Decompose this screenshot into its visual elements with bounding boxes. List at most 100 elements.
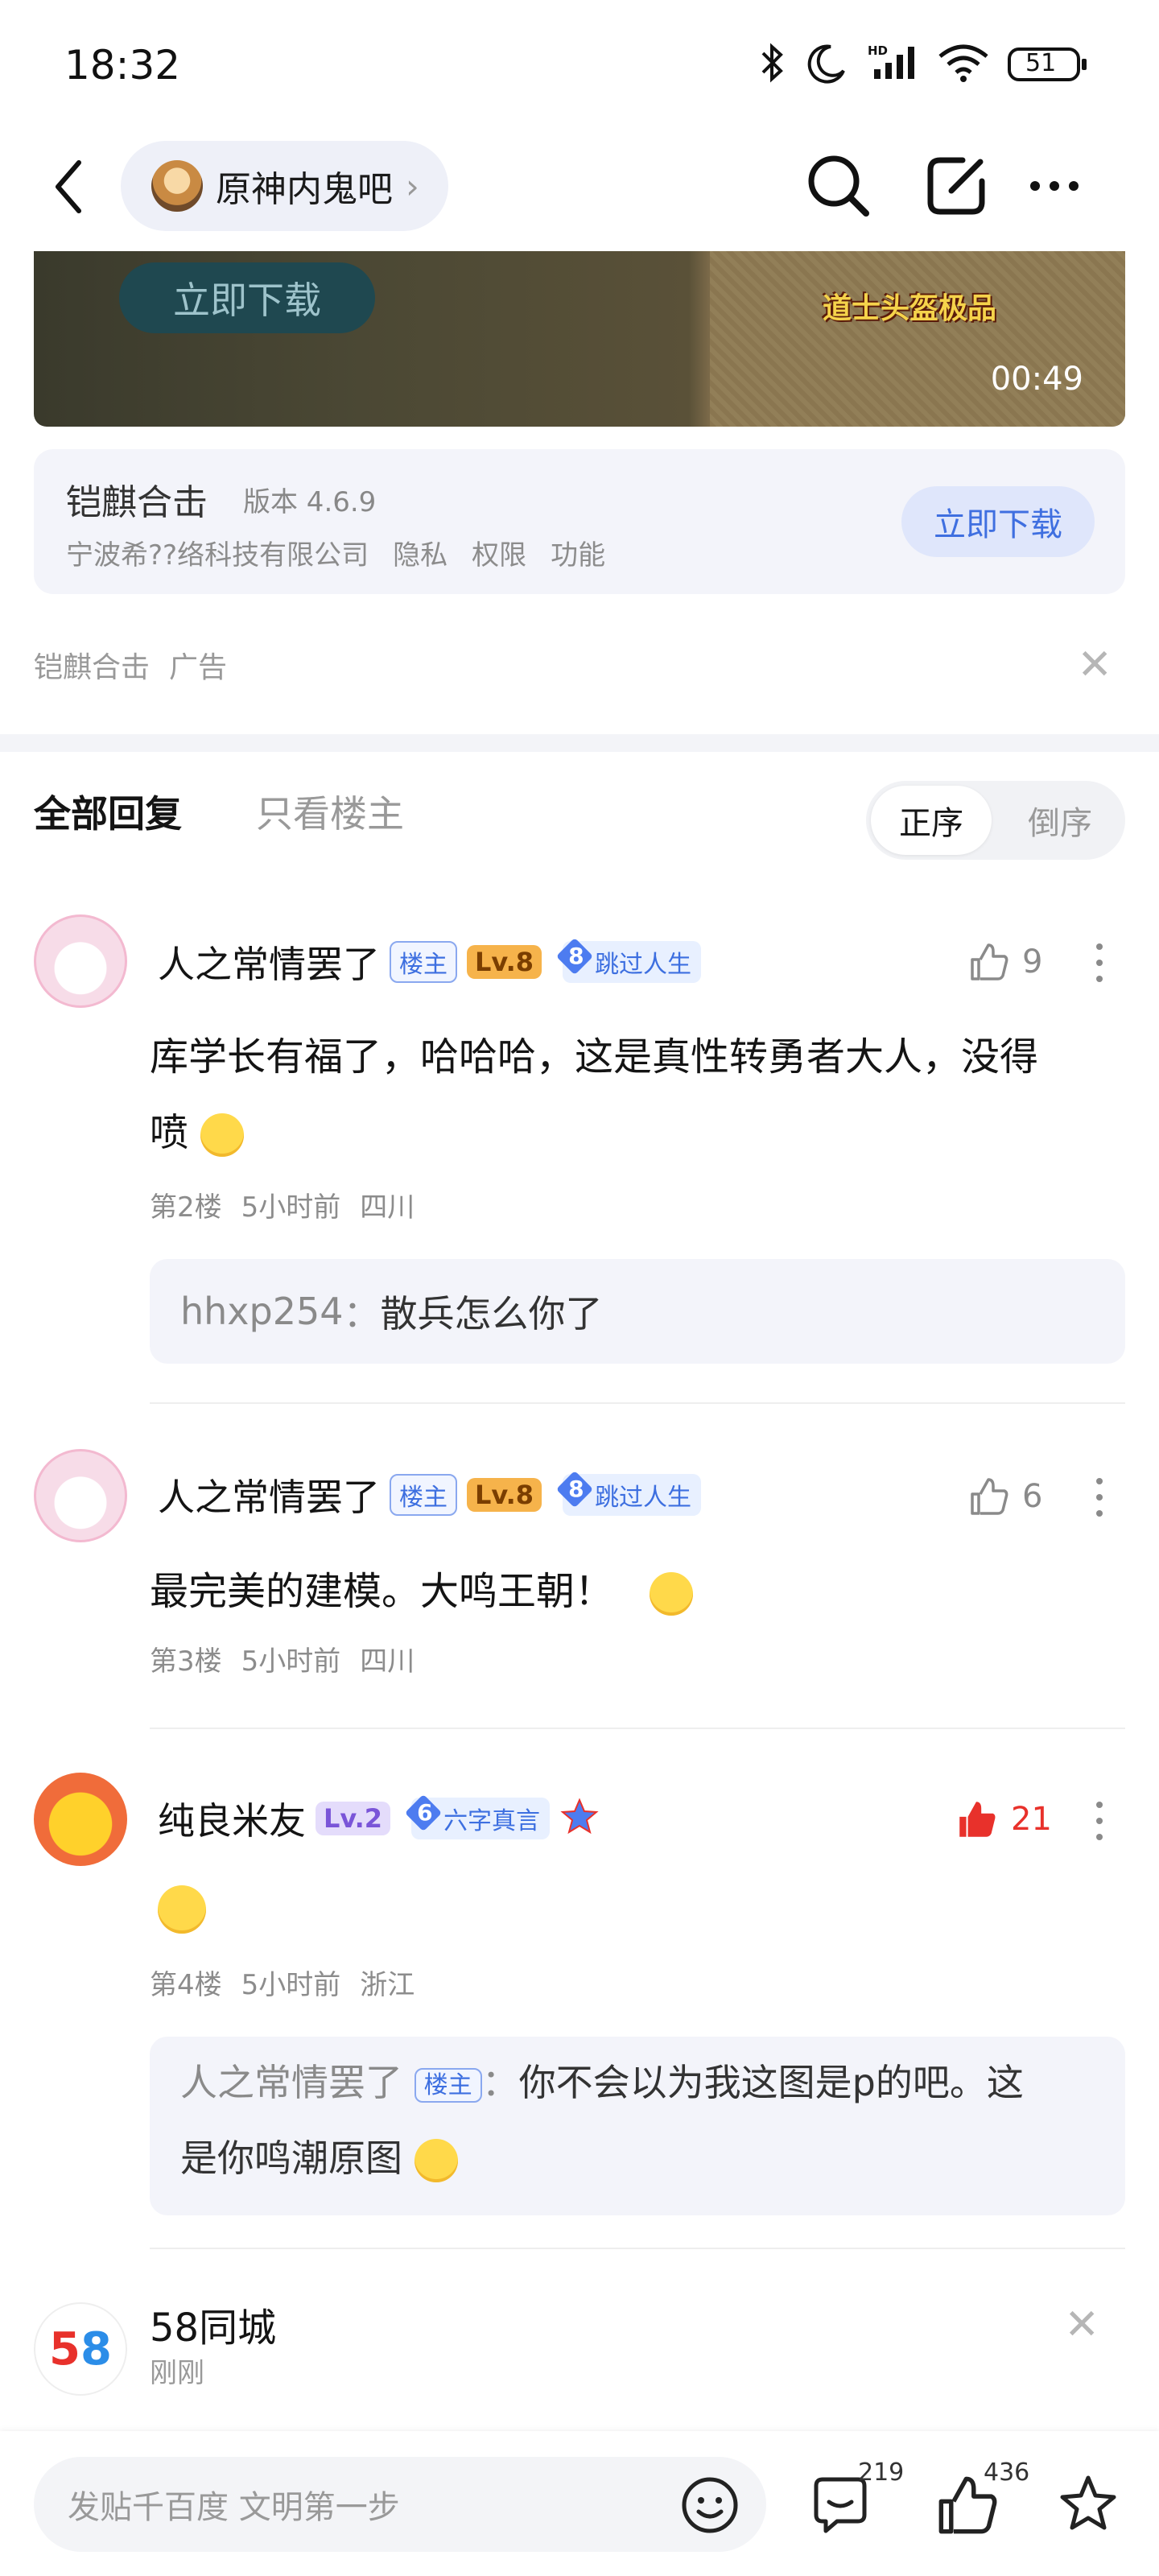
- favorite-button[interactable]: [1054, 2468, 1132, 2541]
- like-post-button[interactable]: 436: [934, 2458, 1029, 2541]
- ad-video-thumbnail: [710, 251, 1125, 427]
- bluetooth-icon: [757, 40, 789, 89]
- ad-video-download-button[interactable]: 立即下载: [119, 262, 375, 333]
- vertical-dots-icon: [1096, 1802, 1103, 1840]
- tab-all-replies[interactable]: 全部回复: [34, 785, 182, 838]
- username[interactable]: 人之常情罢了: [158, 1468, 380, 1521]
- back-button[interactable]: [47, 155, 95, 219]
- level-badge: Lv.8: [467, 1478, 542, 1512]
- like-count: 6: [1022, 1478, 1043, 1515]
- ad-58-logo[interactable]: 58: [34, 2302, 127, 2396]
- post-content: 库学长有福了，哈哈哈，这是真性转勇者大人，没得 喷: [150, 1034, 1039, 1157]
- ad-download-button[interactable]: 立即下载: [901, 486, 1095, 557]
- ad-company: 宁波希??络科技有限公司: [66, 539, 369, 572]
- title-badge: 8 跳过人生: [555, 937, 702, 983]
- sweat-emoji-icon: [158, 1885, 206, 1934]
- post-content: [158, 1885, 206, 1934]
- ad-app-card[interactable]: 铠麒合击 版本 4.6.9 宁波希??络科技有限公司 隐私 权限 功能 立即下载: [34, 449, 1125, 594]
- like-button[interactable]: 6: [967, 1475, 1042, 1518]
- sort-ascending-button[interactable]: 正序: [871, 786, 992, 855]
- ad-privacy-link[interactable]: 隐私: [393, 533, 448, 572]
- post-more-button[interactable]: [1083, 1473, 1116, 1521]
- post-more-button[interactable]: [1083, 1797, 1116, 1845]
- grin-emoji-icon: [200, 1113, 245, 1157]
- reply-username[interactable]: 人之常情罢了: [180, 2061, 402, 2104]
- edit-post-button[interactable]: [918, 147, 995, 225]
- title-badge: 8 跳过人生: [555, 1470, 702, 1516]
- more-icon: [1030, 181, 1079, 191]
- avatar[interactable]: [34, 914, 127, 1008]
- ad-video-duration: 00:49: [990, 361, 1083, 398]
- avatar[interactable]: [34, 1773, 127, 1866]
- ad-58-name[interactable]: 58同城: [150, 2296, 276, 2352]
- reply-text: 散兵怎么你了: [380, 1292, 603, 1335]
- ad-58-close-button[interactable]: ✕: [1064, 2301, 1099, 2349]
- ad-app-version: 版本 4.6.9: [243, 486, 377, 518]
- vertical-dots-icon: [1096, 1478, 1103, 1517]
- post-location: 四川: [360, 1191, 415, 1224]
- chevron-right-icon: ›: [406, 166, 419, 206]
- emoji-button[interactable]: [678, 2473, 742, 2537]
- ad-permission-link[interactable]: 权限: [472, 533, 526, 572]
- ad-58-time: 刚刚: [150, 2357, 204, 2389]
- search-icon: [808, 155, 869, 217]
- like-button[interactable]: 9: [967, 940, 1042, 984]
- level-badge: Lv.2: [316, 1802, 391, 1835]
- signal-icon: HD: [866, 40, 919, 89]
- ad-tag: 广告: [169, 651, 228, 684]
- wifi-icon: [937, 40, 990, 89]
- op-badge: 楼主: [390, 941, 457, 983]
- comment-input[interactable]: 发贴千百度 文明第一步: [34, 2457, 766, 2552]
- grin-emoji-icon: [650, 1572, 694, 1616]
- like-button[interactable]: 21: [955, 1797, 1052, 1842]
- ad-source: 铠麒合击: [34, 651, 151, 684]
- search-button[interactable]: [800, 147, 877, 225]
- battery-level: 51: [1025, 49, 1057, 77]
- comments-button[interactable]: 219: [808, 2458, 904, 2541]
- ad-feature-link[interactable]: 功能: [551, 533, 605, 572]
- avatar[interactable]: [34, 1449, 127, 1542]
- post-time: 5小时前: [241, 1645, 341, 1678]
- thumbs-up-icon: [971, 1478, 1008, 1515]
- thumbs-up-filled-icon: [959, 1802, 996, 1837]
- divider: [150, 2248, 1125, 2249]
- ad-video[interactable]: 立即下载 道士头盔极品 00:49: [34, 251, 1125, 427]
- ad-video-caption: 道士头盔极品: [823, 292, 997, 325]
- comment-placeholder: 发贴千百度 文明第一步: [68, 2489, 400, 2526]
- comment-count: 219: [858, 2458, 905, 2487]
- status-bar: 18:32 HD 51: [0, 0, 1159, 121]
- achievement-icon: [559, 1797, 600, 1840]
- section-divider: [0, 734, 1159, 752]
- reply-quote[interactable]: 人之常情罢了 楼主 ：你不会以为我这图是p的吧。这 是你鸣潮原图: [150, 2037, 1125, 2215]
- like-count: 9: [1022, 943, 1043, 980]
- forum-link[interactable]: 原神内鬼吧 ›: [121, 141, 448, 231]
- reply-text: 你不会以为我这图是p的吧。这: [518, 2061, 1024, 2104]
- level-badge: Lv.8: [467, 945, 542, 979]
- thumbs-up-icon: [971, 943, 1008, 980]
- floor-number: 第2楼: [150, 1191, 222, 1224]
- post-more-button[interactable]: [1083, 939, 1116, 987]
- edit-icon: [927, 157, 985, 215]
- username[interactable]: 人之常情罢了: [158, 935, 380, 989]
- sort-descending-button[interactable]: 倒序: [1000, 786, 1120, 855]
- ad-app-name: 铠麒合击: [66, 482, 208, 523]
- ad-close-button[interactable]: ✕: [1077, 641, 1112, 689]
- username[interactable]: 纯良米友: [158, 1792, 306, 1845]
- vertical-dots-icon: [1096, 943, 1103, 982]
- back-arrow-icon: [56, 160, 81, 213]
- battery-icon: 51: [1008, 46, 1088, 83]
- status-time: 18:32: [64, 42, 181, 89]
- reply-quote[interactable]: hhxp254 ： 散兵怎么你了: [150, 1259, 1125, 1364]
- divider: [150, 1402, 1125, 1404]
- tab-op-only[interactable]: 只看楼主: [256, 785, 404, 838]
- more-options-button[interactable]: [1016, 147, 1093, 225]
- do-not-disturb-icon: [806, 40, 848, 89]
- title-badge: 6 六字真言: [404, 1794, 551, 1839]
- post-time: 5小时前: [241, 1969, 341, 2001]
- floor-number: 第3楼: [150, 1645, 222, 1678]
- post-content: 最完美的建模。大鸣王朝！: [150, 1554, 1132, 1629]
- post-location: 浙江: [360, 1969, 415, 2001]
- forum-avatar: [151, 160, 203, 212]
- reply-username[interactable]: hhxp254: [180, 1290, 344, 1333]
- star-icon: [1060, 2475, 1116, 2530]
